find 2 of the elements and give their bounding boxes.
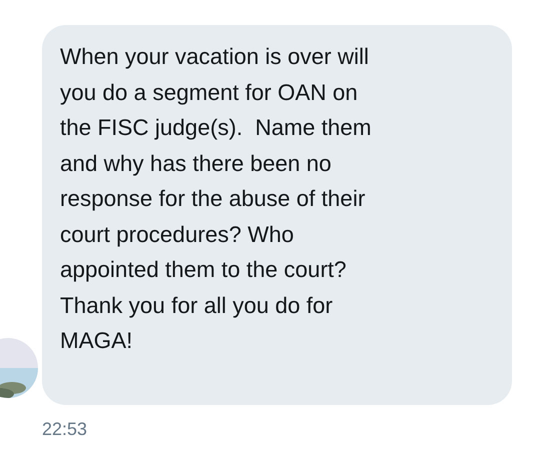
message-text: When your vacation is over will you do a segment for OAN on the FISC judge(s). Name them and why has there been no response for the abuse of their court procedures? Who appointed them to the court? Thank you for all you do for MAGA! (60, 43, 372, 355)
message-time: 22:53 (42, 419, 88, 440)
